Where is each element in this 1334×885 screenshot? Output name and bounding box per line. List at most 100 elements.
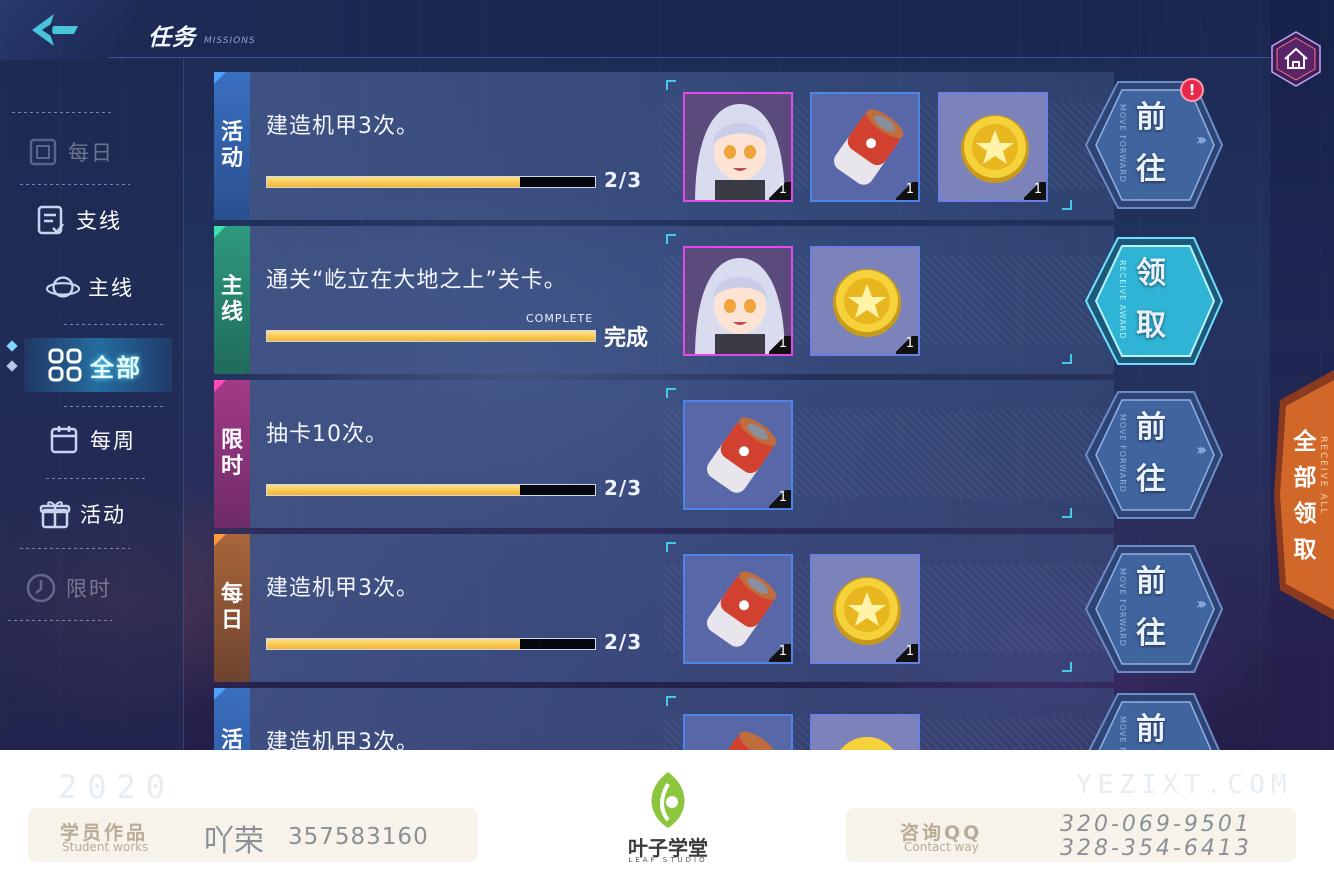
progress-fill: [267, 485, 520, 495]
sidebar-item-label: 全部: [90, 353, 142, 382]
reward-count: 1: [1024, 182, 1046, 200]
mission-description: 建造机甲3次。: [266, 730, 419, 750]
button-label: 往: [1136, 462, 1166, 497]
contact-number: 328-354-6413: [1060, 836, 1252, 861]
frame-corner: [1062, 200, 1072, 210]
reward-count: 1: [896, 336, 918, 354]
tag-label: 活动: [221, 120, 244, 171]
tag-corner: [214, 380, 226, 392]
button-label: 前: [1136, 712, 1166, 747]
student-info: 学员作品 Student works 吖荣 357583160: [28, 808, 478, 862]
reward-character[interactable]: 1: [683, 246, 793, 356]
progress-value: 2/3: [604, 476, 643, 500]
button-subtitle: MOVE FORWARD: [1118, 414, 1127, 493]
frame-corner: [666, 234, 676, 244]
button-subtitle: MOVE F: [1118, 716, 1127, 750]
mission-row: 限时 抽卡10次。 2/3 1: [214, 380, 1114, 528]
back-button[interactable]: [0, 0, 140, 62]
coin-icon: [812, 716, 918, 750]
calendar-icon: [48, 423, 82, 457]
sidebar-item-limited[interactable]: 限时: [0, 558, 184, 618]
frame-corner: [666, 542, 676, 552]
tag-label: 限时: [221, 428, 244, 479]
label-char: 部: [1293, 465, 1317, 491]
daily-icon: [26, 135, 60, 169]
grid-icon: [48, 348, 82, 382]
row-background: [214, 226, 1114, 374]
reward-coin[interactable]: 1: [810, 554, 920, 664]
reward-coin[interactable]: 1: [938, 92, 1048, 202]
go-button[interactable]: MOVE FORWARD 前 往 ›››: [1082, 544, 1224, 674]
reward-character[interactable]: 1: [683, 92, 793, 202]
go-button[interactable]: MOVE FORWARD 前 往 ›››: [1082, 390, 1224, 520]
frame-corner: [1062, 354, 1072, 364]
button-label: 往: [1136, 152, 1166, 187]
reward-battery[interactable]: 1: [683, 554, 793, 664]
sidebar-item-label: 每日: [68, 141, 114, 165]
divider: [20, 184, 130, 185]
active-marker: [6, 340, 18, 352]
mission-tag: 限时: [214, 380, 250, 528]
student-name: 吖荣: [204, 824, 264, 859]
contact-number: 320-069-9501: [1060, 812, 1252, 837]
mission-row: 活动 建造机甲3次。 2/3 1 1 1: [214, 72, 1114, 220]
home-icon[interactable]: [1270, 30, 1322, 88]
frame-corner: [1062, 662, 1072, 672]
chevron-right-icon: ›››: [1196, 594, 1207, 613]
reward-battery[interactable]: 1: [810, 92, 920, 202]
leaf-studio-logo: 叶子学堂 LEAF STUDIO: [622, 770, 714, 870]
mission-row: 每日 建造机甲3次。 2/3 1 1: [214, 534, 1114, 682]
sidebar-item-label: 每周: [90, 429, 136, 453]
go-button[interactable]: MOVE F 前: [1082, 692, 1224, 750]
gift-icon: [38, 497, 72, 531]
go-button[interactable]: MOVE FORWARD 前 往 ›››: [1082, 80, 1224, 210]
mission-tag: 每日: [214, 534, 250, 682]
reward-count: 1: [769, 490, 791, 508]
mission-description: 建造机甲3次。: [266, 114, 419, 139]
sidebar-item-weekly[interactable]: 每周: [0, 410, 184, 470]
sidebar-item-main[interactable]: 主线: [0, 257, 184, 317]
sidebar-item-all[interactable]: 全部: [24, 338, 172, 392]
mission-tag: 活动: [214, 72, 250, 220]
receive-all-button[interactable]: 全 部 领 取 RECEIVE ALL: [1270, 370, 1334, 620]
back-arrow-icon: [32, 14, 78, 46]
mission-tag: 主线: [214, 226, 250, 374]
progress-value: 2/3: [604, 168, 643, 192]
game-screen: 任务 MISSIONS 每日 支线 主线 全部 每周 活动 限时 活动 建造机甲…: [0, 0, 1334, 750]
progress-fill: [267, 331, 595, 341]
status-label: 完成: [604, 326, 649, 351]
tag-label: 主线: [221, 274, 244, 325]
mission-row: 活 建造机甲3次。: [214, 688, 1114, 750]
reward-coin[interactable]: [810, 714, 920, 750]
reward-count: 1: [769, 644, 791, 662]
reward-battery[interactable]: [683, 714, 793, 750]
receive-award-button[interactable]: RECEIVE AWARD 领 取: [1082, 236, 1224, 366]
mission-description: 通关“屹立在大地之上”关卡。: [266, 268, 567, 293]
divider: [64, 324, 164, 325]
divider: [64, 406, 164, 407]
reward-battery[interactable]: 1: [683, 400, 793, 510]
sidebar-item-event[interactable]: 活动: [0, 484, 184, 544]
student-id: 357583160: [288, 824, 429, 850]
progress-bar: [266, 638, 596, 650]
divider: [20, 548, 130, 549]
page-subtitle: MISSIONS: [204, 36, 256, 46]
student-label-en: Student works: [62, 840, 149, 854]
receive-all-subtitle: RECEIVE ALL: [1318, 436, 1328, 516]
mission-description: 建造机甲3次。: [266, 576, 419, 601]
reward-coin[interactable]: 1: [810, 246, 920, 356]
sidebar-item-daily[interactable]: 每日: [0, 122, 184, 182]
progress-fill: [267, 177, 520, 187]
button-label: 领: [1136, 256, 1166, 291]
receive-all-label: 全 部 领 取: [1292, 424, 1318, 568]
reward-count: 1: [769, 182, 791, 200]
contact-label-en: Contact way: [904, 840, 979, 854]
progress-bar: [266, 484, 596, 496]
sidebar-item-side[interactable]: 支线: [0, 190, 184, 250]
sidebar-item-label: 主线: [88, 276, 134, 300]
footer: 2020 YEZIXT.COM 学员作品 Student works 吖荣 35…: [0, 750, 1334, 885]
notification-badge: !: [1180, 78, 1204, 102]
category-sidebar: 每日 支线 主线 全部 每周 活动 限时: [0, 60, 184, 750]
frame-corner: [666, 388, 676, 398]
row-background: [214, 380, 1114, 528]
